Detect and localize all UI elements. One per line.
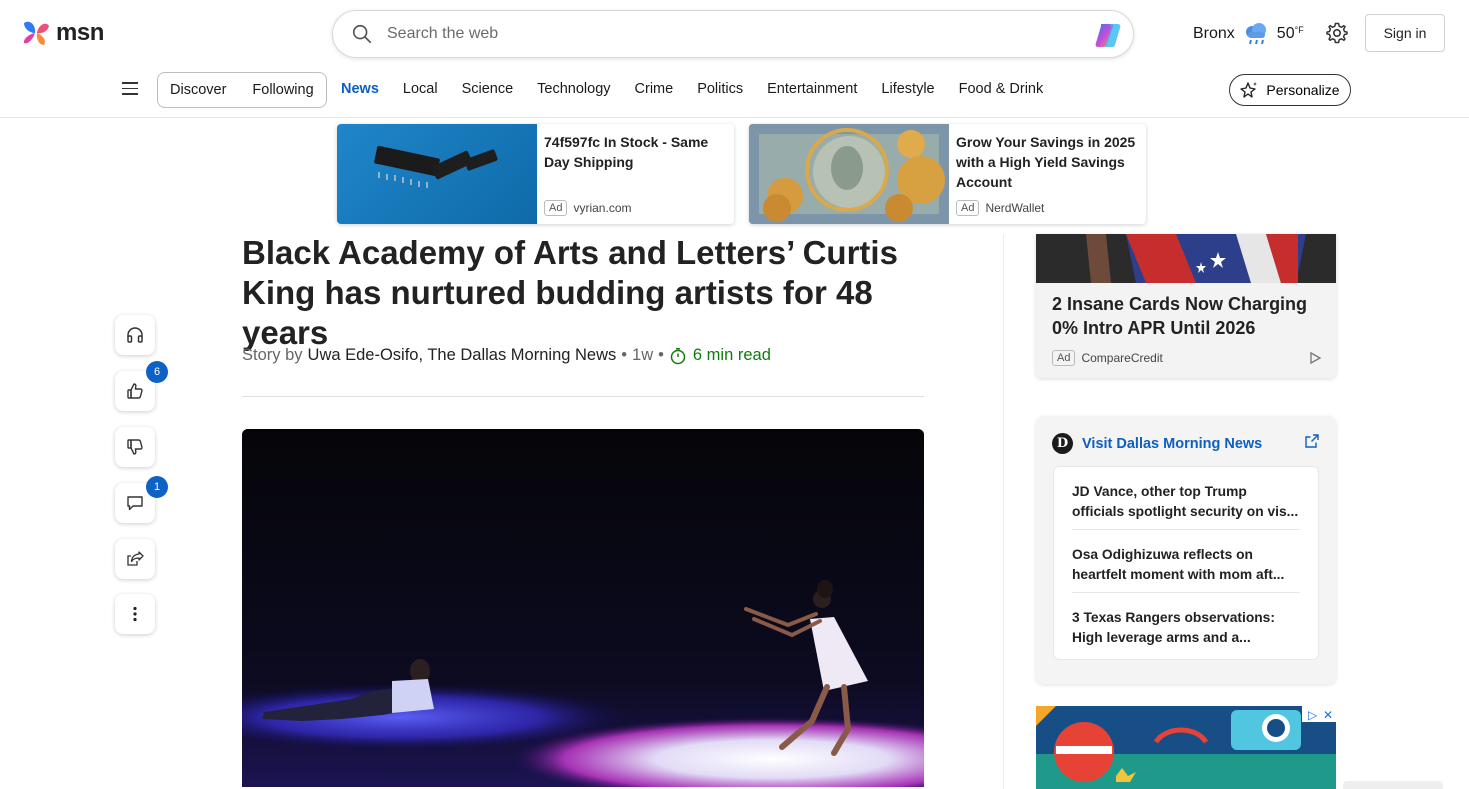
column-separator	[1003, 234, 1004, 789]
sign-in-button[interactable]: Sign in	[1365, 14, 1445, 52]
nav-links: News Local Science Technology Crime Poli…	[341, 81, 1043, 97]
nav-link-entertainment[interactable]: Entertainment	[767, 81, 857, 97]
byline-divider	[242, 396, 924, 397]
byline-separator: •	[621, 346, 628, 364]
read-time: 6 min read	[669, 346, 771, 365]
publisher-story-item[interactable]: JD Vance, other top Trump officials spot…	[1072, 467, 1300, 530]
nav-link-local[interactable]: Local	[403, 81, 438, 97]
logo-text: msn	[56, 19, 104, 46]
ad-card-savings[interactable]: Grow Your Savings in 2025 with a High Yi…	[749, 124, 1146, 224]
svg-text:▷: ▷	[1308, 708, 1318, 722]
copilot-icon[interactable]	[1093, 20, 1123, 50]
listen-button[interactable]	[115, 315, 155, 355]
nav-link-crime[interactable]: Crime	[635, 81, 674, 97]
beach-ad-image: ▷ ✕	[1036, 706, 1336, 789]
more-options-button[interactable]	[115, 594, 155, 634]
tab-following[interactable]: Following	[252, 82, 313, 98]
ad-source: NerdWallet	[985, 201, 1045, 215]
location-label: Bronx	[1193, 25, 1235, 42]
external-link-icon[interactable]	[1304, 433, 1320, 449]
ad-card-chips[interactable]: 74f597fc In Stock - Same Day Shipping Ad…	[337, 124, 734, 224]
nav-link-lifestyle[interactable]: Lifestyle	[881, 81, 934, 97]
bottom-display-ad[interactable]: ▷ ✕	[1036, 706, 1336, 789]
tab-discover[interactable]: Discover	[170, 82, 226, 98]
weather-widget[interactable]: Bronx 50°F	[1193, 22, 1304, 46]
feed-toggle: Discover Following	[157, 72, 327, 108]
comment-icon	[127, 496, 143, 511]
ad-source: vyrian.com	[573, 201, 632, 215]
ad-badge: Ad	[1052, 350, 1076, 366]
ad-choices-icon[interactable]	[1308, 351, 1322, 365]
dislike-button[interactable]	[115, 427, 155, 467]
ad-footer: Ad vyrian.com	[544, 200, 631, 216]
article-headline: Black Academy of Arts and Letters’ Curti…	[242, 234, 898, 351]
msn-logo[interactable]: msn	[20, 17, 104, 49]
temperature-unit: °F	[1294, 25, 1304, 35]
svg-text:✕: ✕	[1323, 708, 1333, 722]
more-vertical-icon	[133, 606, 137, 622]
ad-text: Grow Your Savings in 2025 with a High Yi…	[949, 124, 1146, 224]
publisher-panel: D Visit Dallas Morning News JD Vance, ot…	[1036, 416, 1336, 684]
gear-icon[interactable]	[1325, 21, 1349, 45]
share-icon	[127, 551, 144, 566]
article-byline: Story by Uwa Ede-Osifo, The Dallas Morni…	[242, 346, 771, 365]
ad-badge: Ad	[956, 200, 980, 216]
money-coins-image	[749, 124, 949, 224]
nav-link-technology[interactable]: Technology	[537, 81, 610, 97]
nav-link-science[interactable]: Science	[462, 81, 514, 97]
publisher-story-item[interactable]: Osa Odighizuwa reflects on heartfelt mom…	[1072, 530, 1300, 593]
search-icon	[352, 24, 372, 44]
share-button[interactable]	[115, 539, 155, 579]
personalize-button[interactable]: Personalize	[1229, 74, 1351, 106]
temperature-label: 50°F	[1276, 25, 1304, 42]
visit-publisher-link[interactable]: Visit Dallas Morning News	[1082, 436, 1262, 452]
nav-link-food-drink[interactable]: Food & Drink	[959, 81, 1044, 97]
ad-badge: Ad	[544, 200, 568, 216]
article-hero-image[interactable]	[242, 429, 924, 787]
scroll-indicator	[1343, 781, 1443, 789]
ad-image-chips	[337, 124, 537, 224]
hamburger-menu-icon[interactable]	[122, 82, 138, 96]
personalize-label: Personalize	[1266, 82, 1340, 98]
ad-title[interactable]: 74f597fc In Stock - Same Day Shipping	[544, 132, 726, 172]
headphones-icon	[127, 327, 143, 343]
rain-cloud-icon	[1245, 23, 1266, 45]
story-by-label: Story by	[242, 346, 303, 364]
thumbs-down-icon	[127, 439, 143, 455]
side-ad-source: CompareCredit	[1081, 351, 1163, 365]
article-author[interactable]: Uwa Ede-Osifo, The Dallas Morning News	[308, 346, 617, 365]
byline-separator: •	[658, 346, 664, 364]
flag-jacket-image	[1036, 234, 1336, 283]
category-nav: Discover Following News Local Science Te…	[0, 68, 1469, 118]
publisher-logo-icon: D	[1052, 433, 1073, 454]
read-time-label: 6 min read	[692, 346, 771, 364]
side-ad-footer: Ad CompareCredit	[1052, 350, 1163, 366]
like-count-badge: 6	[146, 361, 168, 383]
ad-title[interactable]: Grow Your Savings in 2025 with a High Yi…	[956, 132, 1138, 192]
thumbs-up-icon	[127, 383, 143, 399]
nav-link-politics[interactable]: Politics	[697, 81, 743, 97]
ad-text: 74f597fc In Stock - Same Day Shipping Ad…	[537, 124, 734, 224]
sparkle-star-icon	[1240, 82, 1258, 98]
publisher-header[interactable]: D Visit Dallas Morning News	[1052, 433, 1262, 454]
side-ad-card[interactable]: 2 Insane Cards Now Charging 0% Intro APR…	[1036, 234, 1336, 378]
chips-image	[374, 145, 498, 188]
dancers-stage-image	[242, 429, 924, 787]
article-age: 1w	[632, 346, 654, 364]
butterfly-logo-icon	[23, 21, 49, 45]
ad-image-savings	[749, 124, 949, 224]
comment-count-badge: 1	[146, 476, 168, 498]
nav-link-news[interactable]: News	[341, 81, 379, 97]
ad-footer: Ad NerdWallet	[956, 200, 1044, 216]
search-box[interactable]	[332, 10, 1134, 58]
side-ad-image	[1036, 234, 1336, 283]
publisher-story-list: JD Vance, other top Trump officials spot…	[1053, 466, 1319, 660]
publisher-story-item[interactable]: 3 Texas Rangers observations: High lever…	[1072, 593, 1300, 656]
top-bar: msn Bronx 50°F	[0, 0, 1469, 68]
stopwatch-icon	[670, 347, 686, 364]
side-ad-title[interactable]: 2 Insane Cards Now Charging 0% Intro APR…	[1052, 292, 1322, 340]
search-input[interactable]	[387, 25, 1067, 43]
